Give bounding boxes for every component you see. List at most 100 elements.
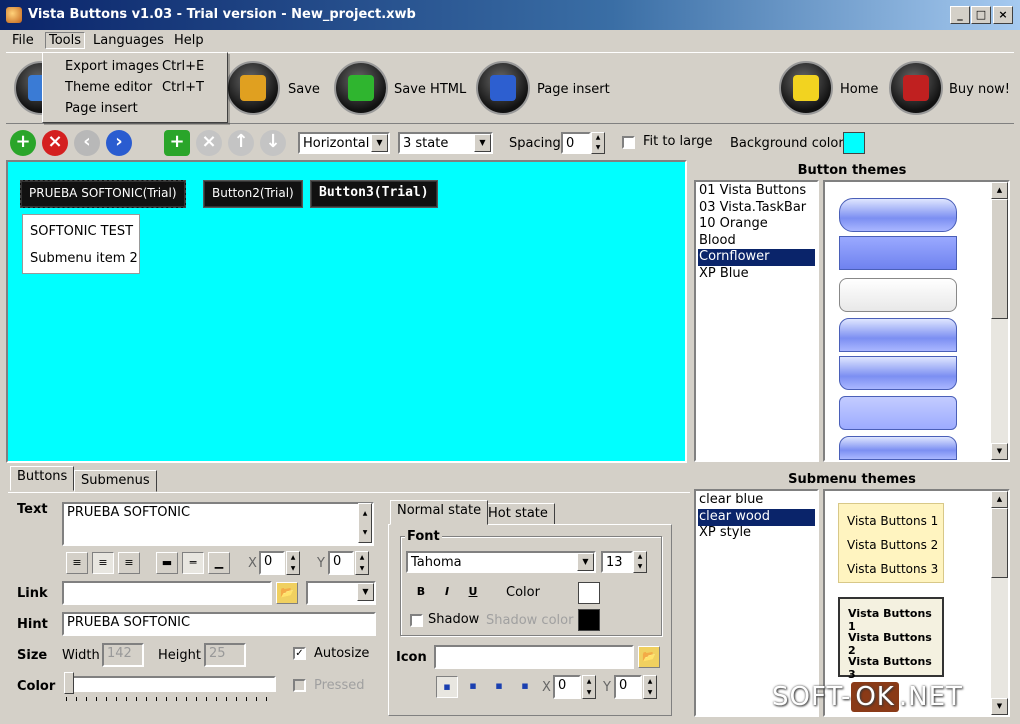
delete-button-icon[interactable]: × xyxy=(42,130,68,156)
menu-tools[interactable]: Tools xyxy=(45,32,86,49)
font-name-select[interactable]: Tahoma ▼ xyxy=(406,551,596,573)
preview-button-2[interactable]: Button2(Trial) xyxy=(203,180,303,208)
minimize-button[interactable]: _ xyxy=(950,6,970,24)
link-input[interactable] xyxy=(62,581,272,605)
text-x-input[interactable]: 0 xyxy=(259,551,285,575)
text-input[interactable]: PRUEBA SOFTONIC xyxy=(62,502,374,546)
menu-file[interactable]: File xyxy=(12,33,34,48)
save-html-label[interactable]: Save HTML xyxy=(394,82,466,97)
icon-path-input[interactable] xyxy=(434,645,634,669)
hint-input[interactable]: PRUEBA SOFTONIC xyxy=(62,612,376,636)
shadow-color-swatch[interactable] xyxy=(578,609,600,631)
list-item[interactable]: Blood xyxy=(698,233,815,250)
folder-open-icon[interactable]: 📂 xyxy=(276,582,298,604)
button-themes-list[interactable]: 01 Vista Buttons 03 Vista.TaskBar 10 Ora… xyxy=(694,180,819,462)
state-select[interactable]: 3 state ▼ xyxy=(398,132,493,154)
icon-x-input[interactable]: 0 xyxy=(553,675,581,699)
lock-icon[interactable] xyxy=(889,61,943,115)
menu-help[interactable]: Help xyxy=(174,33,204,48)
preview-button-1[interactable]: PRUEBA SOFTONIC(Trial) xyxy=(20,180,186,208)
theme-preview-button[interactable] xyxy=(839,236,957,270)
scroll-thumb[interactable] xyxy=(991,199,1008,319)
text-x-spinner[interactable]: ▲ ▼ xyxy=(286,551,300,575)
height-input[interactable]: 25 xyxy=(204,643,246,667)
theme-preview-button[interactable] xyxy=(839,356,957,390)
font-color-swatch[interactable] xyxy=(578,582,600,604)
icon-x-spinner[interactable]: ▲ ▼ xyxy=(582,675,596,699)
icon-y-input[interactable]: 0 xyxy=(614,675,642,699)
move-right-icon[interactable]: › xyxy=(106,130,132,156)
close-button[interactable]: × xyxy=(993,6,1013,24)
submenu-down-icon[interactable]: ↓ xyxy=(260,130,286,156)
scroll-up-icon[interactable]: ▲ xyxy=(991,182,1008,199)
icon-align-top-icon[interactable]: ▪ xyxy=(488,676,510,698)
italic-icon[interactable]: I xyxy=(436,582,458,604)
list-item-selected[interactable]: clear wood xyxy=(698,509,815,526)
folder-open-icon[interactable]: 📂 xyxy=(638,646,660,668)
icon-y-spinner[interactable]: ▲ ▼ xyxy=(643,675,657,699)
icon-align-bottom-icon[interactable]: ▪ xyxy=(514,676,536,698)
theme-preview-button[interactable] xyxy=(839,436,957,460)
delete-submenu-icon[interactable]: × xyxy=(196,130,222,156)
submenu-theme-preview-2[interactable]: Vista Buttons 1 Vista Buttons 2 Vista Bu… xyxy=(838,597,944,681)
valign-top-icon[interactable]: ▬ xyxy=(156,552,178,574)
spacing-input[interactable]: 0 xyxy=(561,132,591,154)
add-submenu-icon[interactable]: + xyxy=(164,130,190,156)
list-item[interactable]: 10 Orange xyxy=(698,216,815,233)
color-slider-thumb[interactable] xyxy=(64,672,74,694)
scroll-down-icon[interactable]: ▼ xyxy=(991,443,1008,460)
menu-export-images[interactable]: Export images Ctrl+E xyxy=(43,56,227,77)
font-size-input[interactable]: 13 xyxy=(601,551,633,573)
scroll-up-icon[interactable]: ▲ xyxy=(991,491,1008,508)
theme-preview-button[interactable] xyxy=(839,198,957,232)
width-input[interactable]: 142 xyxy=(102,643,144,667)
list-item-selected[interactable]: Cornflower xyxy=(698,249,815,266)
add-button-icon[interactable]: + xyxy=(10,130,36,156)
text-y-input[interactable]: 0 xyxy=(328,551,354,575)
fit-to-large-checkbox[interactable] xyxy=(622,136,635,149)
submenu-themes-scrollbar[interactable]: ▲ ▼ xyxy=(991,491,1008,715)
shadow-checkbox[interactable] xyxy=(410,614,423,627)
save-icon[interactable] xyxy=(226,61,280,115)
background-color-swatch[interactable] xyxy=(843,132,865,154)
spacing-spinner[interactable]: ▲ ▼ xyxy=(591,132,605,154)
list-item[interactable]: 01 Vista Buttons xyxy=(698,183,815,200)
link-target-select[interactable]: ▼ xyxy=(306,581,376,605)
submenu-theme-preview-1[interactable]: Vista Buttons 1 Vista Buttons 2 Vista Bu… xyxy=(838,503,944,583)
theme-preview-button[interactable] xyxy=(839,278,957,312)
preview-canvas[interactable]: PRUEBA SOFTONIC(Trial) Button2(Trial) Bu… xyxy=(6,160,687,463)
align-left-icon[interactable]: ≡ xyxy=(66,552,88,574)
orientation-select[interactable]: Horizontal ▼ xyxy=(298,132,390,154)
font-size-spinner[interactable]: ▲ ▼ xyxy=(633,551,647,573)
list-item[interactable]: 03 Vista.TaskBar xyxy=(698,200,815,217)
valign-bottom-icon[interactable]: ▁ xyxy=(208,552,230,574)
tab-submenus[interactable]: Submenus xyxy=(74,470,157,492)
page-insert-icon[interactable] xyxy=(476,61,530,115)
maximize-button[interactable]: □ xyxy=(971,6,991,24)
scroll-down-icon[interactable]: ▼ xyxy=(991,698,1008,715)
save-html-icon[interactable] xyxy=(334,61,388,115)
pressed-checkbox[interactable] xyxy=(293,679,306,692)
theme-preview-button[interactable] xyxy=(839,318,957,352)
list-item[interactable]: XP style xyxy=(698,525,815,542)
align-right-icon[interactable]: ≡ xyxy=(118,552,140,574)
tab-normal-state[interactable]: Normal state xyxy=(390,500,489,525)
buy-now-label[interactable]: Buy now! xyxy=(949,82,1010,97)
text-y-spinner[interactable]: ▲ ▼ xyxy=(355,551,369,575)
page-insert-label[interactable]: Page insert xyxy=(537,82,610,97)
preview-submenu-item-1[interactable]: SOFTONIC TEST xyxy=(30,224,133,239)
submenu-up-icon[interactable]: ↑ xyxy=(228,130,254,156)
tab-hot-state[interactable]: Hot state xyxy=(481,503,555,525)
preview-submenu-item-2[interactable]: Submenu item 2 xyxy=(30,251,138,266)
tab-buttons[interactable]: Buttons xyxy=(10,466,75,491)
menu-theme-editor[interactable]: Theme editor Ctrl+T xyxy=(43,77,227,98)
list-item[interactable]: XP Blue xyxy=(698,266,815,283)
preview-button-3[interactable]: Button3(Trial) xyxy=(310,180,438,208)
bold-icon[interactable]: B xyxy=(410,582,432,604)
home-label[interactable]: Home xyxy=(840,82,878,97)
theme-preview-button[interactable] xyxy=(839,396,957,430)
list-item[interactable]: clear blue xyxy=(698,492,815,509)
align-center-icon[interactable]: ≡ xyxy=(92,552,114,574)
save-label[interactable]: Save xyxy=(288,82,320,97)
valign-middle-icon[interactable]: ═ xyxy=(182,552,204,574)
